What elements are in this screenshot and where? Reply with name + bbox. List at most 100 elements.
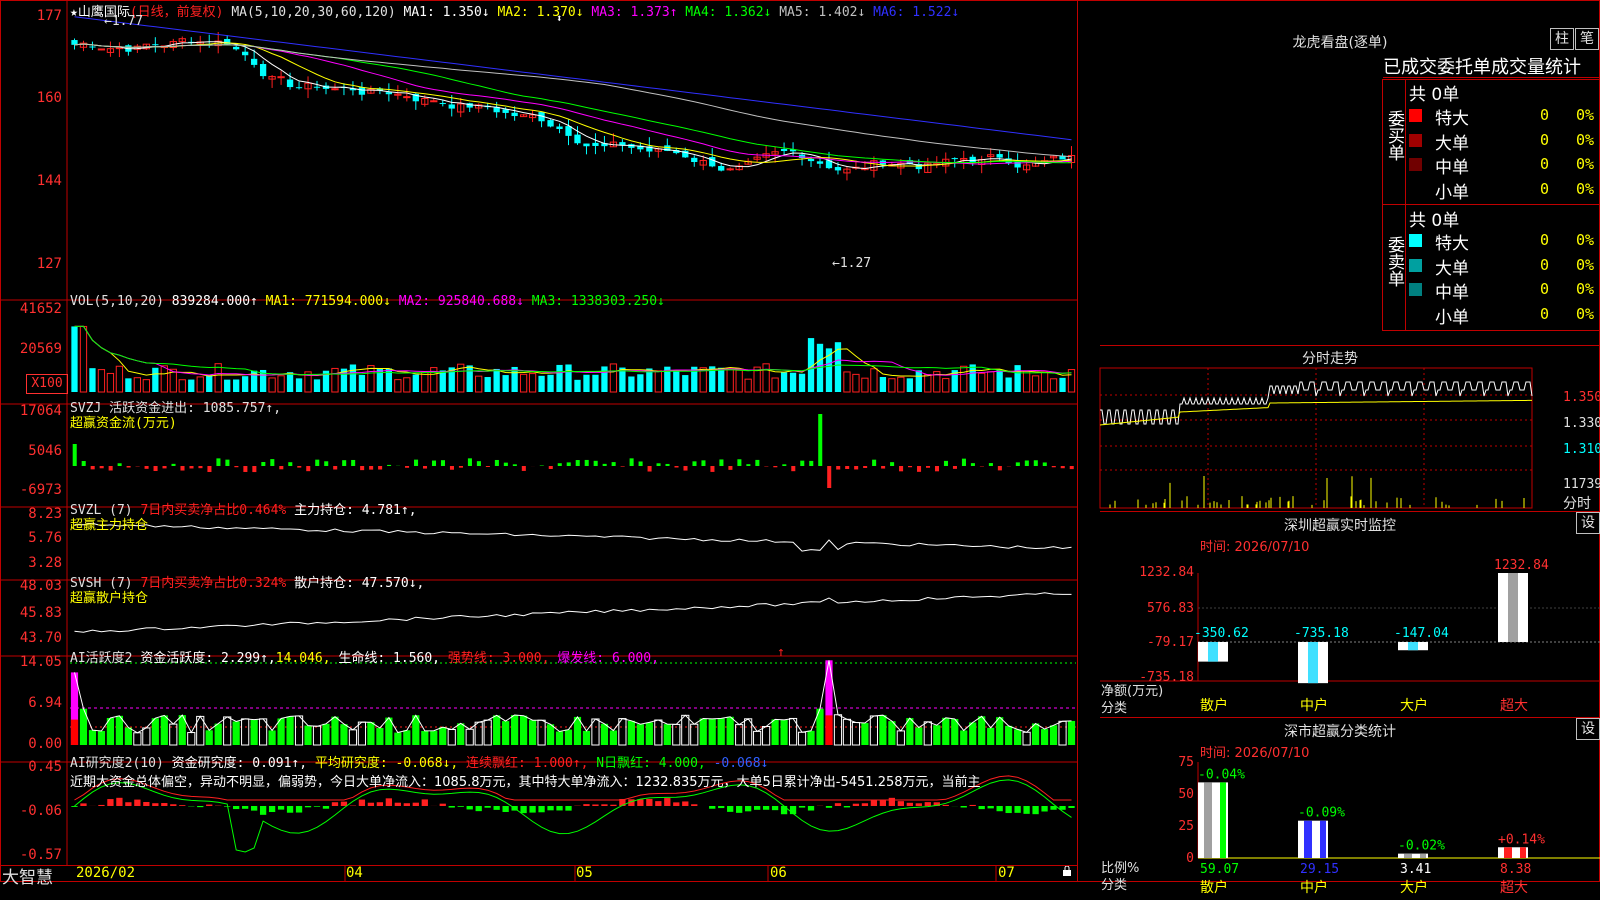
ai-research-bar	[493, 806, 500, 810]
ai-active-bar	[115, 715, 123, 745]
ai-active-bar	[457, 723, 465, 745]
order-color-swatch	[1409, 258, 1422, 272]
order-count: 0	[1540, 155, 1550, 173]
ai-research-bar	[942, 804, 949, 806]
ai-research-bar	[277, 806, 285, 810]
ai-active-bar	[1031, 723, 1040, 745]
ai-active-bar	[627, 720, 635, 745]
svzj-bar	[593, 460, 598, 466]
svzj-bar	[890, 462, 895, 466]
tick-mode-button[interactable]: 笔	[1575, 28, 1599, 50]
volume-bar	[484, 377, 491, 392]
ai-research-bar	[1014, 806, 1021, 813]
star-icon[interactable]: ★	[70, 5, 78, 20]
volume-bar	[233, 379, 240, 392]
svzj-bar	[422, 466, 428, 469]
ai-research-bar	[242, 806, 249, 809]
volume-bar	[502, 375, 509, 392]
ai-research-bar	[412, 802, 419, 806]
svzj-y-tick: 17064	[19, 403, 62, 419]
svzj-bar	[997, 466, 1002, 471]
svzj-bar	[1042, 462, 1047, 466]
sz-monitor-cat: 分类	[1101, 701, 1128, 716]
ai-active-bar	[232, 721, 240, 745]
intraday-tag[interactable]: 分时	[1563, 493, 1591, 513]
ai-research-bar	[475, 806, 482, 812]
volume-bar	[475, 375, 483, 393]
ai-research-name: AI研究度2(10)	[70, 756, 164, 771]
vol-ma2: MA2: 925840.688↓	[398, 294, 524, 309]
ai-active-bar	[780, 719, 788, 745]
ai-active-bar	[555, 731, 564, 745]
volume-bar	[349, 364, 357, 392]
ai-active-bar	[797, 731, 807, 746]
dragon-tiger-header: 龙虎看盘(逐单)	[1292, 35, 1388, 51]
ai-research-bar	[646, 798, 653, 806]
main-y-tick: 144	[36, 173, 62, 189]
order-count: 0	[1540, 179, 1550, 198]
sz-monitor-settings-button[interactable]: 设	[1576, 512, 1600, 534]
volume-bar	[358, 374, 366, 392]
svsh-line	[74, 592, 1072, 633]
volume-bar	[987, 371, 995, 393]
ai-research-bar	[897, 801, 904, 806]
candle-body	[592, 142, 599, 146]
svzj-bar	[872, 459, 877, 466]
volume-bar	[547, 374, 554, 392]
ai-research-curve	[74, 779, 1072, 853]
main-y-tick: 160	[36, 90, 62, 106]
volume-bar	[915, 370, 922, 392]
svzj-bar	[602, 463, 607, 466]
svzj-bar	[943, 460, 949, 466]
vol-panel-title: VOL(5,10,20) 839284.000↑ MA1: 771594.000…	[70, 294, 665, 309]
ai-research-bar	[286, 806, 294, 813]
ai-active-bar	[214, 723, 222, 745]
ai-research-bar	[691, 804, 698, 806]
volume-bar	[780, 372, 788, 392]
sz-class-settings-button[interactable]: 设	[1576, 718, 1600, 740]
candle-body	[709, 157, 716, 167]
ai-research-bar	[1068, 806, 1075, 808]
bar-mode-button[interactable]: 柱	[1550, 28, 1574, 50]
svzj-bar	[584, 459, 589, 466]
vol-unit-label[interactable]: X100	[26, 374, 68, 394]
ai-active-bar	[304, 725, 312, 745]
volume-bar	[556, 364, 563, 392]
sz-class-category: 超大	[1500, 880, 1528, 896]
volume-bar	[609, 363, 618, 393]
ai-research-bar	[798, 806, 806, 808]
ai-research-bar	[394, 802, 401, 806]
svzj-bar	[791, 466, 796, 472]
period-label[interactable]: (日线，前复权)	[130, 5, 224, 20]
main-panel-title: ★山鹰国际(日线，前复权) MA(5,10,20,30,60,120) MA1:…	[70, 1, 959, 20]
ai-research-bar	[322, 806, 330, 809]
svzj-bar	[611, 462, 616, 466]
svzj-bar	[99, 466, 104, 469]
volume-bar	[178, 379, 186, 393]
ai-research-bar	[421, 799, 428, 806]
svzj-bar	[288, 462, 293, 466]
svzj-bar	[674, 466, 679, 468]
ai-active-bar	[133, 732, 142, 746]
ai-research-bar	[313, 806, 321, 807]
ai-research-last: -0.068↓	[713, 756, 769, 771]
date-label: 05	[576, 865, 593, 881]
sz-class-time: 时间: 2026/07/10	[1200, 746, 1310, 761]
volume-bar	[969, 364, 976, 392]
volume-bar	[493, 368, 500, 392]
chart-canvas[interactable]	[0, 0, 1078, 882]
svzl-y-tick: 8.23	[28, 506, 62, 522]
ai-research-bar	[403, 803, 410, 806]
lock-icon[interactable]	[1062, 866, 1072, 876]
svzj-bar	[1051, 466, 1056, 468]
ai-research-y-tick: 0.45	[28, 759, 62, 775]
candle-body	[565, 126, 572, 136]
svzl-subtitle: 超赢主力持仓	[70, 518, 149, 533]
ai-research-bar	[709, 806, 716, 809]
volume-bar	[924, 374, 932, 393]
ai-active-bar	[348, 729, 358, 746]
svzj-bar	[925, 466, 931, 468]
volume-bar	[771, 377, 779, 393]
candles	[71, 31, 1076, 181]
ai-active-bar	[546, 724, 555, 745]
